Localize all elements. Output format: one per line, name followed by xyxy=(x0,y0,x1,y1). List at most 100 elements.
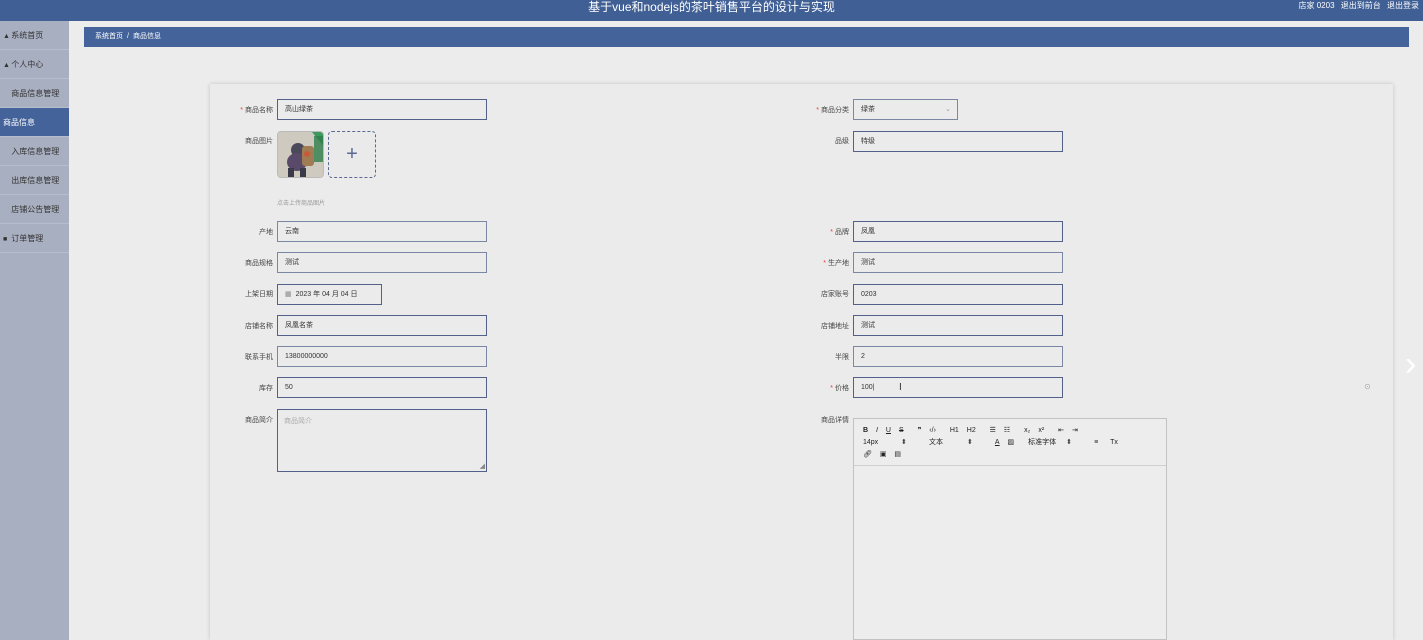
origin-label: 产地 xyxy=(259,229,273,236)
sidebar-item-label: 出库信息管理 xyxy=(11,176,60,185)
app-title: 基于vue和nodejs的茶叶销售平台的设计与实现 xyxy=(588,0,835,14)
name-label: * 商品名称 xyxy=(240,107,273,114)
price-input[interactable]: 100| xyxy=(853,377,1063,398)
detail-label: 商品详情 xyxy=(821,417,849,424)
editor-toolbar-row-3: 🔗︎ ▣ ▤ xyxy=(863,449,1166,461)
origin-input[interactable]: 云南 xyxy=(277,221,487,242)
shop-address-input[interactable]: 测试 xyxy=(853,315,1063,336)
detail-rich-text-editor[interactable]: B I U S ❞ ‹/› H1 H2 ☰ ☷ x₂ x² ⇤ ⇥ 14px ⬍ … xyxy=(853,418,1167,640)
sidebar-item-label: 店铺公告管理 xyxy=(11,205,60,214)
stock-input[interactable]: 50 xyxy=(277,377,487,398)
editor-toolbar-row-2: 14px ⬍ 文本 ⬍ A ▨ 标准字体 ⬍ ≡ Tx xyxy=(863,437,1166,449)
home-icon: ▲ xyxy=(3,33,10,40)
image-icon[interactable]: ▣ xyxy=(880,449,887,461)
sidebar-item-profile[interactable]: ▲ 个人中心 xyxy=(0,50,69,79)
sidebar-item-goods-manage[interactable]: 商品信息管理 xyxy=(0,79,69,108)
quota-label: 半限 xyxy=(835,354,849,361)
sidebar-item-goods-info[interactable]: 商品信息 xyxy=(0,108,69,137)
producer-input[interactable]: 测试 xyxy=(853,252,1063,273)
shop-name-input[interactable]: 凤凰名茶 xyxy=(277,315,487,336)
clear-icon[interactable]: ⊙ xyxy=(1364,382,1371,391)
launch-date-picker[interactable]: ▦ 2023 年 04 月 04 日 xyxy=(277,284,382,305)
stock-label: 库存 xyxy=(259,385,273,392)
add-image-button[interactable]: + xyxy=(328,131,376,178)
blockquote-button[interactable]: ❞ xyxy=(918,425,922,437)
breadcrumb: 系统首页 / 商品信息 xyxy=(84,27,1409,47)
price-label: * 价格 xyxy=(830,385,849,392)
sidebar-item-label: 商品信息 xyxy=(3,118,35,127)
grade-label: 品级 xyxy=(835,138,849,145)
italic-button[interactable]: I xyxy=(876,425,878,437)
grade-input[interactable]: 特级 xyxy=(853,131,1063,152)
header-user-area: 店家 0203 退出到前台 退出登录 xyxy=(1295,0,1420,12)
editor-toolbar: B I U S ❞ ‹/› H1 H2 ☰ ☷ x₂ x² ⇤ ⇥ 14px ⬍ … xyxy=(854,419,1166,466)
category-value: 绿茶 xyxy=(861,106,875,113)
sidebar-item-stock-in[interactable]: 入库信息管理 xyxy=(0,137,69,166)
link-icon[interactable]: 🔗︎ xyxy=(863,449,872,461)
align-icon[interactable]: ≡ xyxy=(1094,437,1098,449)
font-size-select[interactable]: 14px ⬍ xyxy=(863,437,921,449)
header1-button[interactable]: H1 xyxy=(950,425,959,437)
chevron-down-icon: ⌄ xyxy=(945,106,951,113)
sidebar: ▲ 系统首页 ▲ 个人中心 商品信息管理 商品信息 入库信息管理 出库信息管理 … xyxy=(0,21,69,640)
shop-name-label: 店铺名称 xyxy=(245,323,273,330)
editor-toolbar-row-1: B I U S ❞ ‹/› H1 H2 ☰ ☷ x₂ x² ⇤ ⇥ xyxy=(863,425,1166,437)
sidebar-item-label: 商品信息管理 xyxy=(11,89,60,98)
brand-label: * 品牌 xyxy=(830,229,849,236)
intro-textarea[interactable]: 商品简介 ◢ xyxy=(277,409,487,472)
code-block-button[interactable]: ‹/› xyxy=(929,425,936,437)
logout-link[interactable]: 退出登录 xyxy=(1387,1,1419,10)
subscript-button[interactable]: x₂ xyxy=(1024,425,1030,437)
sidebar-item-orders[interactable]: ■ 订单管理 xyxy=(0,224,69,253)
text-style-select[interactable]: 文本 ⬍ xyxy=(929,437,987,449)
superscript-button[interactable]: x² xyxy=(1038,425,1044,437)
font-family-select[interactable]: 标准字体 ⬍ xyxy=(1028,437,1086,449)
sidebar-item-label: 入库信息管理 xyxy=(11,147,60,156)
sidebar-item-stock-out[interactable]: 出库信息管理 xyxy=(0,166,69,195)
sidebar-item-home[interactable]: ▲ 系统首页 xyxy=(0,21,69,50)
underline-button[interactable]: U xyxy=(886,425,891,437)
name-input[interactable]: 高山绿茶 xyxy=(277,99,487,120)
upload-hint: 点击上传商品图片 xyxy=(277,201,326,207)
spec-label: 商品规格 xyxy=(245,260,273,267)
text-cursor-icon: I xyxy=(899,382,902,393)
shop-account-label: 店家账号 xyxy=(821,291,849,298)
brand-input[interactable]: 凤凰 xyxy=(853,221,1063,242)
image-label: 商品图片 xyxy=(245,138,273,145)
breadcrumb-current: 商品信息 xyxy=(132,33,161,40)
bold-button[interactable]: B xyxy=(863,425,868,437)
intro-placeholder: 商品简介 xyxy=(284,418,312,425)
strike-button[interactable]: S xyxy=(899,425,904,437)
shop-address-label: 店铺地址 xyxy=(821,323,849,330)
clear-format-icon[interactable]: Tx xyxy=(1110,437,1118,449)
indent-button[interactable]: ⇥ xyxy=(1072,425,1078,437)
breadcrumb-separator: / xyxy=(127,33,129,40)
font-color-icon[interactable]: A xyxy=(995,437,1000,449)
sidebar-item-label: 订单管理 xyxy=(11,234,44,243)
category-label: * 商品分类 xyxy=(816,107,849,114)
intro-label: 商品简介 xyxy=(245,417,273,424)
ordered-list-button[interactable]: ☰ xyxy=(990,425,996,437)
producer-label: * 生产地 xyxy=(823,260,849,267)
quota-input[interactable]: 2 xyxy=(853,346,1063,367)
user-icon: ▲ xyxy=(3,62,10,69)
launch-date-value: 2023 年 04 月 04 日 xyxy=(295,291,358,298)
outdent-button[interactable]: ⇤ xyxy=(1058,425,1064,437)
bullet-list-button[interactable]: ☷ xyxy=(1004,425,1010,437)
chevron-right-icon[interactable]: › xyxy=(1405,344,1416,384)
back-to-front-link[interactable]: 退出到前台 xyxy=(1341,1,1381,10)
resize-handle-icon[interactable]: ◢ xyxy=(480,462,485,470)
video-icon[interactable]: ▤ xyxy=(894,449,901,461)
phone-input[interactable]: 13800000000 xyxy=(277,346,487,367)
background-color-icon[interactable]: ▨ xyxy=(1008,437,1015,449)
calendar-icon: ▦ xyxy=(285,291,292,298)
launch-date-label: 上架日期 xyxy=(245,291,273,298)
uploaded-image-thumbnail[interactable] xyxy=(277,131,324,178)
header2-button[interactable]: H2 xyxy=(967,425,976,437)
category-select[interactable]: 绿茶 ⌄ xyxy=(853,99,958,120)
breadcrumb-home[interactable]: 系统首页 xyxy=(95,33,123,40)
sidebar-item-notice[interactable]: 店铺公告管理 xyxy=(0,195,69,224)
spec-input[interactable]: 测试 xyxy=(277,252,487,273)
shop-account-input[interactable]: 0203 xyxy=(853,284,1063,305)
tea-illustration-image xyxy=(278,132,323,177)
